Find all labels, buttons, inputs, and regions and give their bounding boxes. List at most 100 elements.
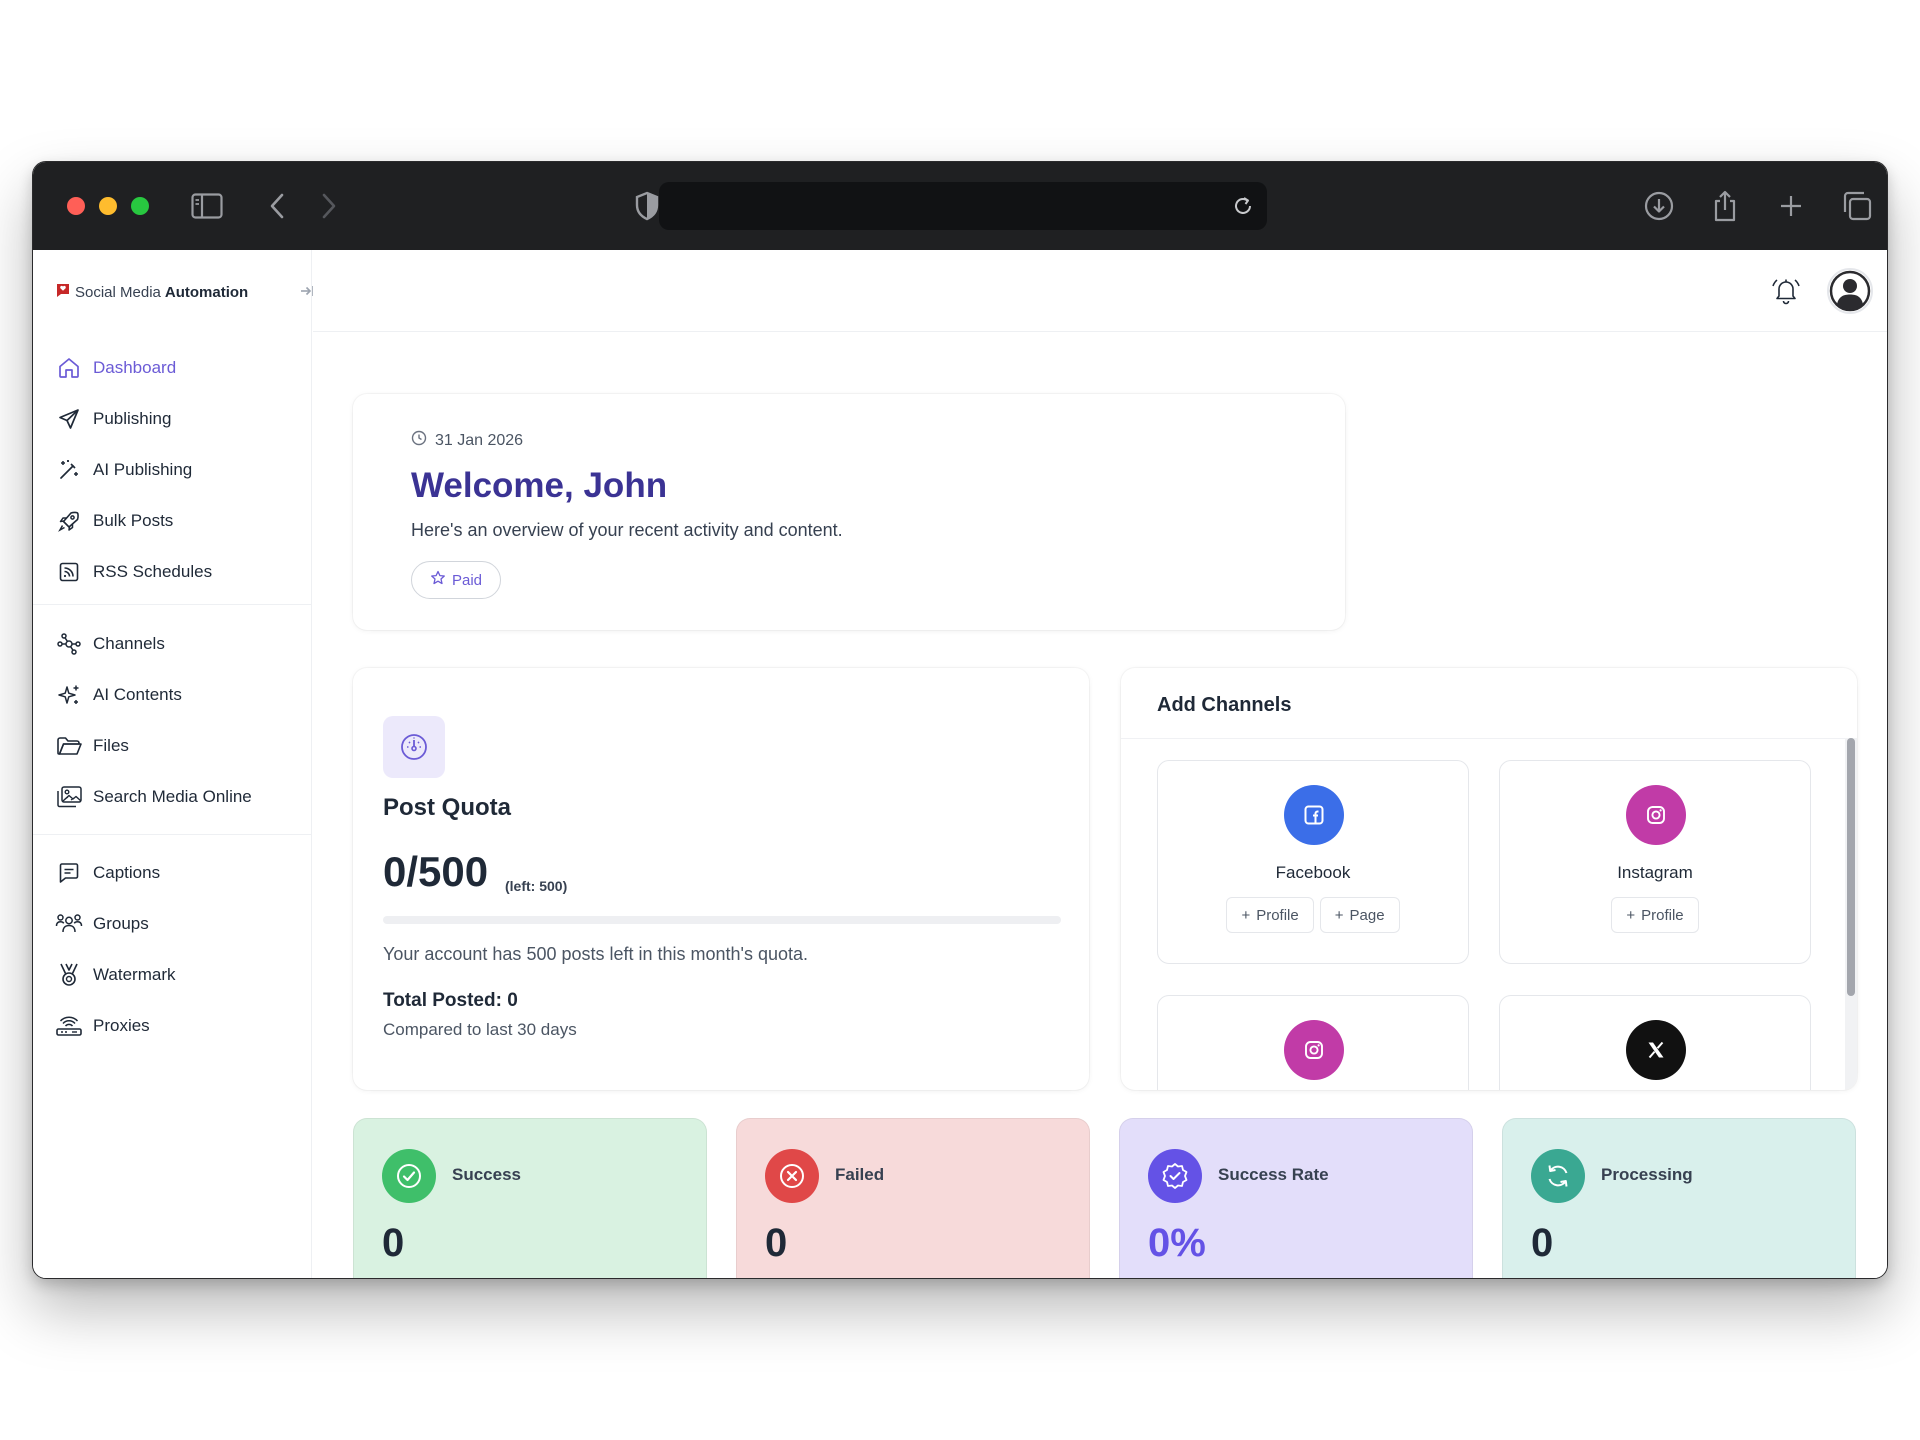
channel-card-x [1499,995,1811,1090]
browser-titlebar [33,162,1887,250]
brand[interactable]: Social Media Automation [55,282,248,302]
main-content: 31 Jan 2026 Welcome, John Here's an over… [313,250,1887,1278]
sidebar-divider [33,834,312,835]
stat-value: 0 [382,1221,405,1265]
sidebar-item-files[interactable]: Files [55,726,129,766]
plus-icon: + [1626,906,1636,924]
home-icon [55,354,83,382]
share-icon[interactable] [1707,188,1743,224]
welcome-title: Welcome, John [411,466,668,505]
sidebar-item-label: Watermark [93,965,176,984]
address-bar[interactable] [659,182,1267,230]
router-icon [55,1012,83,1040]
download-icon[interactable] [1641,188,1677,224]
network-icon [55,630,83,658]
sidebar-toggle-icon[interactable] [189,188,225,224]
button-label: Page [1349,906,1385,924]
date-text: 31 Jan 2026 [435,431,524,449]
x-circle-icon [765,1149,819,1203]
comparison-text: Compared to last 30 days [383,1020,577,1039]
stat-label: Failed [835,1165,885,1184]
gauge-icon [383,716,445,778]
post-quota-card: Post Quota 0/500 (left: 500) Your accoun… [353,668,1089,1090]
plan-badge[interactable]: Paid [411,561,502,599]
stat-card-success: Success 0 [353,1118,707,1278]
channel-name: Facebook [1275,863,1351,882]
magic-wand-icon [55,456,83,484]
new-tab-icon[interactable] [1773,188,1809,224]
sidebar: Social Media Automation Dashboard Publis… [33,250,314,1278]
stat-label: Processing [1601,1165,1693,1184]
quota-left-label: (left: 500) [505,878,568,894]
sidebar-item-watermark[interactable]: Watermark [55,955,176,995]
refresh-icon [1531,1149,1585,1203]
sidebar-item-publishing[interactable]: Publishing [55,399,171,439]
instagram-icon [1626,785,1686,845]
reload-icon[interactable] [1227,190,1259,222]
quota-description: Your account has 500 posts left in this … [383,944,809,964]
stat-value: 0 [765,1221,788,1265]
welcome-card: 31 Jan 2026 Welcome, John Here's an over… [353,394,1345,630]
quota-title: Post Quota [383,794,512,821]
sidebar-item-label: Search Media Online [93,787,252,806]
notification-bell-icon[interactable] [1769,274,1803,308]
button-label: Profile [1256,906,1299,924]
users-icon [55,910,83,938]
stat-value: 0% [1148,1221,1206,1265]
brand-name-prefix: Social Media [75,283,161,301]
rss-icon [55,558,83,586]
channel-name: Instagram [1617,863,1693,882]
sidebar-item-groups[interactable]: Groups [55,904,149,944]
sidebar-item-search-media-online[interactable]: Search Media Online [55,777,252,817]
add-channels-title: Add Channels [1157,694,1292,716]
sidebar-item-rss-schedules[interactable]: RSS Schedules [55,552,212,592]
rocket-icon [55,507,83,535]
sidebar-item-label: AI Contents [93,685,182,704]
welcome-subtitle: Here's an overview of your recent activi… [411,520,843,540]
clock-icon [411,430,427,451]
sidebar-item-label: Captions [93,863,161,882]
scrollbar-thumb[interactable] [1847,738,1855,996]
back-icon[interactable] [259,188,295,224]
button-label: Profile [1641,906,1684,924]
sidebar-item-label: Channels [93,634,165,653]
sidebar-item-captions[interactable]: Captions [55,853,160,893]
maximize-window-button[interactable] [131,197,149,215]
sidebar-item-dashboard[interactable]: Dashboard [55,348,176,388]
sidebar-item-ai-contents[interactable]: AI Contents [55,675,182,715]
folder-icon [55,732,83,760]
add-channels-divider [1121,738,1857,739]
add-facebook-profile-button[interactable]: + Profile [1226,897,1314,933]
user-avatar[interactable] [1827,268,1873,314]
close-window-button[interactable] [67,197,85,215]
sparkles-icon [55,681,83,709]
minimize-window-button[interactable] [99,197,117,215]
sidebar-item-label: Bulk Posts [93,511,174,530]
send-icon [55,405,83,433]
stat-value: 0 [1531,1221,1554,1265]
date-display: 31 Jan 2026 [411,430,523,451]
facebook-icon [1284,785,1344,845]
add-instagram-profile-button[interactable]: + Profile [1611,897,1699,933]
sidebar-item-ai-publishing[interactable]: AI Publishing [55,450,192,490]
channels-scrollbar[interactable] [1845,738,1857,1090]
tabs-overview-icon[interactable] [1839,188,1875,224]
stat-label: Success [452,1165,521,1184]
browser-window: Social Media Automation Dashboard Publis… [32,161,1888,1279]
sidebar-item-proxies[interactable]: Proxies [55,1006,150,1046]
sidebar-item-bulk-posts[interactable]: Bulk Posts [55,501,173,541]
award-icon [55,961,83,989]
sidebar-item-label: Publishing [93,409,172,428]
sidebar-item-label: Groups [93,914,149,933]
add-facebook-page-button[interactable]: + Page [1319,897,1400,933]
sidebar-item-label: Files [93,736,129,755]
forward-icon[interactable] [311,188,347,224]
channel-card-facebook: Facebook + Profile + Page [1157,760,1469,964]
quota-progress-bar [383,916,1061,924]
plus-icon: + [1241,906,1251,924]
star-icon [430,570,446,590]
channel-card-instagram: Instagram + Profile [1499,760,1811,964]
message-square-icon [55,859,83,887]
instagram-icon [1284,1020,1344,1080]
sidebar-item-channels[interactable]: Channels [55,624,165,664]
